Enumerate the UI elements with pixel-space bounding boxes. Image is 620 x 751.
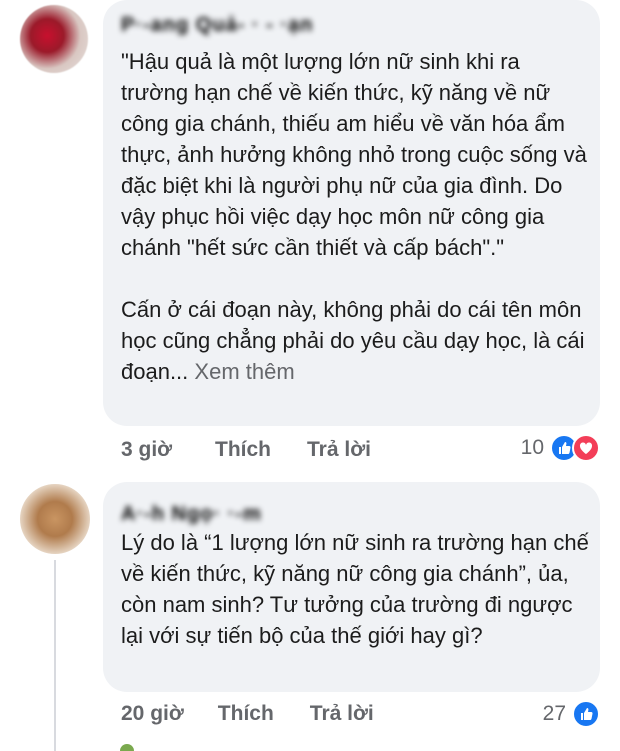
like-button[interactable]: Thích (215, 438, 271, 462)
avatar[interactable] (20, 484, 90, 554)
comment-actions: 3 giờ Thích Trả lời (121, 438, 371, 462)
like-icon (572, 700, 600, 728)
comment-paragraph: Cấn ở cái đoạn này, không phải do cái tê… (121, 294, 591, 387)
reaction-count: 27 (542, 702, 566, 725)
comment-author[interactable]: P·-ang Quả- · - ·ạn (121, 14, 313, 37)
reaction-summary[interactable]: 10 (521, 434, 600, 462)
see-more-link[interactable]: Xem thêm (194, 359, 294, 384)
reply-thread-line (54, 560, 56, 751)
love-icon (572, 434, 600, 462)
comment-actions: 20 giờ Thích Trả lời (121, 702, 374, 726)
like-button[interactable]: Thích (218, 702, 274, 726)
reaction-summary[interactable]: 27 (543, 700, 600, 728)
comment-paragraph-text: Cấn ở cái đoạn này, không phải do cái tê… (121, 297, 585, 384)
comment-paragraph: "Hậu quả là một lượng lớn nữ sinh khi ra… (121, 49, 587, 260)
reply-button[interactable]: Trả lời (310, 702, 374, 726)
comment-time[interactable]: 3 giờ (121, 438, 181, 462)
comment-text: "Hậu quả là một lượng lớn nữ sinh khi ra… (121, 46, 591, 387)
comment-text: Lý do là “1 lượng lớn nữ sinh ra trường … (121, 527, 591, 651)
comment-author[interactable]: A·-h Ngọ· ·-m (121, 503, 262, 526)
comment-paragraph: Lý do là “1 lượng lớn nữ sinh ra trường … (121, 530, 589, 648)
next-avatar-peek (120, 744, 134, 751)
comment-time[interactable]: 20 giờ (121, 702, 184, 726)
reaction-count: 10 (520, 436, 544, 459)
avatar[interactable] (20, 5, 88, 73)
reply-button[interactable]: Trả lời (307, 438, 371, 462)
